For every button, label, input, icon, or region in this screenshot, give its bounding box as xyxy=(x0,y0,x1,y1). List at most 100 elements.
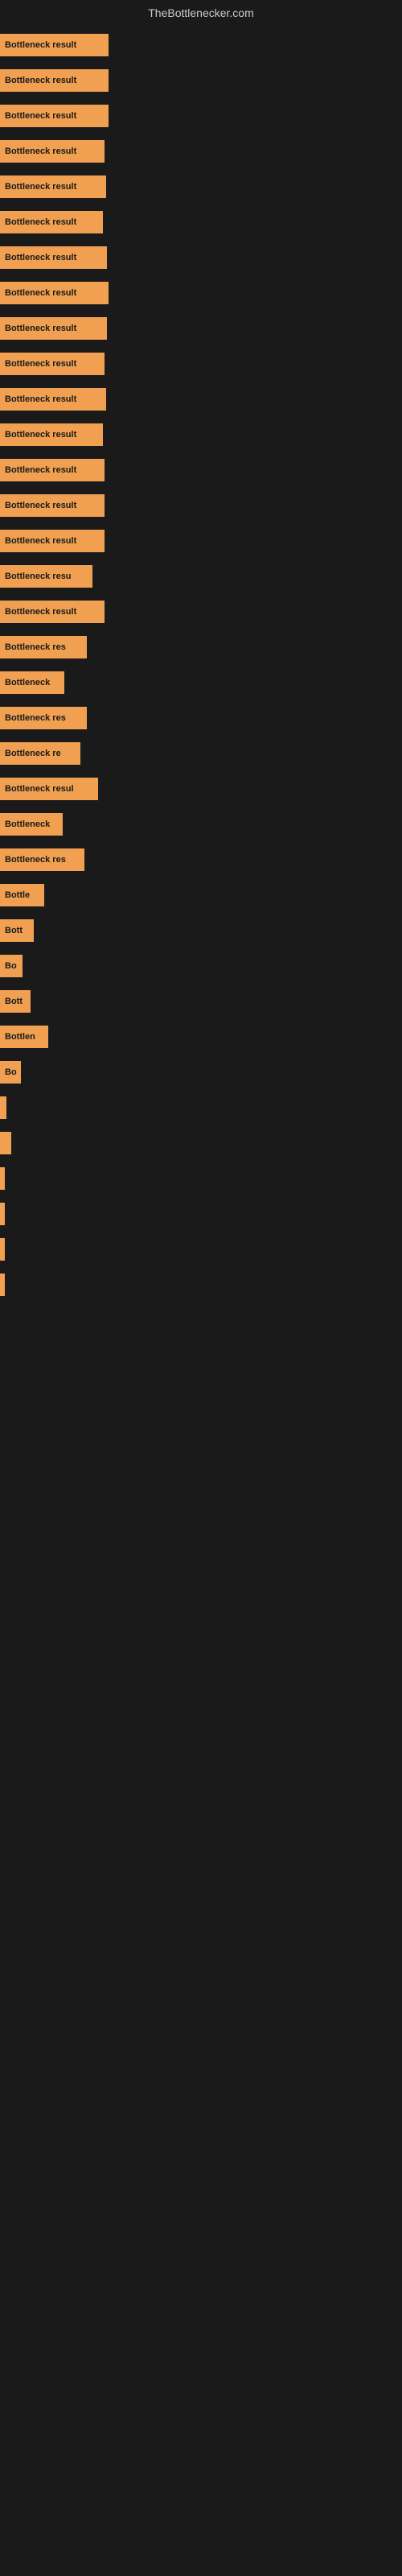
bar-row: Bo xyxy=(0,1058,402,1087)
bottleneck-bar[interactable]: Bottleneck result xyxy=(0,353,105,375)
bottleneck-bar[interactable]: Bottleneck resul xyxy=(0,778,98,800)
bottleneck-bar[interactable] xyxy=(0,1132,11,1154)
site-title: TheBottlenecker.com xyxy=(148,6,254,19)
bar-label: Bo xyxy=(5,961,17,971)
bar-label: Bottleneck result xyxy=(5,288,76,298)
bottleneck-bar[interactable]: Bottleneck res xyxy=(0,707,87,729)
bar-label: Bottleneck result xyxy=(5,536,76,546)
bar-row: Bottleneck result xyxy=(0,314,402,343)
bar-label: Bottleneck result xyxy=(5,76,76,85)
bar-label: Bott xyxy=(5,926,23,935)
bar-row: Bottleneck result xyxy=(0,172,402,201)
bar-row xyxy=(0,1235,402,1264)
bottleneck-bar[interactable]: Bottle xyxy=(0,884,44,906)
bar-row xyxy=(0,1129,402,1158)
bottleneck-bar[interactable]: Bottleneck re xyxy=(0,742,80,765)
bottleneck-bar[interactable] xyxy=(0,1238,5,1261)
bar-label: Bottleneck result xyxy=(5,40,76,50)
bottleneck-bar[interactable]: Bottleneck result xyxy=(0,34,109,56)
bar-label: Bottleneck xyxy=(5,819,50,829)
bottleneck-bar[interactable]: Bottleneck result xyxy=(0,69,109,92)
bar-row: Bottleneck resul xyxy=(0,774,402,803)
bottleneck-bar[interactable]: Bo xyxy=(0,955,23,977)
bar-label: Bottleneck result xyxy=(5,465,76,475)
bar-label: Bottleneck result xyxy=(5,324,76,333)
bar-label: Bottleneck result xyxy=(5,111,76,121)
bar-label: Bottleneck result xyxy=(5,217,76,227)
bottleneck-bar[interactable]: Bottleneck result xyxy=(0,388,106,411)
bottleneck-bar[interactable]: Bottleneck result xyxy=(0,282,109,304)
bar-label: Bottleneck result xyxy=(5,253,76,262)
bar-row: Bott xyxy=(0,987,402,1016)
bar-row: Bottleneck result xyxy=(0,101,402,130)
bar-label: Bottleneck resu xyxy=(5,572,72,581)
bottleneck-bar[interactable]: Bottleneck result xyxy=(0,105,109,127)
bar-label: Bottleneck re xyxy=(5,749,61,758)
bottleneck-bar[interactable]: Bottleneck result xyxy=(0,494,105,517)
bar-label: Bo xyxy=(5,1067,17,1077)
bars-container: Bottleneck result Bottleneck result Bottle… xyxy=(0,23,402,1314)
bar-row: Bottleneck xyxy=(0,810,402,839)
bar-row: Bottleneck xyxy=(0,668,402,697)
bottleneck-bar[interactable]: Bo xyxy=(0,1061,21,1084)
bottleneck-bar[interactable]: Bottleneck result xyxy=(0,246,107,269)
bottleneck-bar[interactable]: Bottleneck result xyxy=(0,601,105,623)
bar-row: Bottleneck res xyxy=(0,845,402,874)
bottleneck-bar[interactable]: Bottleneck result xyxy=(0,175,106,198)
bottleneck-bar[interactable]: Bottleneck res xyxy=(0,848,84,871)
bottleneck-bar[interactable]: Bottleneck result xyxy=(0,459,105,481)
bottleneck-bar[interactable]: Bott xyxy=(0,990,31,1013)
bottleneck-bar[interactable]: Bottleneck res xyxy=(0,636,87,658)
bottleneck-bar[interactable]: Bottleneck xyxy=(0,671,64,694)
bar-label: Bottleneck result xyxy=(5,501,76,510)
bar-row: Bottleneck result xyxy=(0,597,402,626)
bar-label: Bottleneck resul xyxy=(5,784,74,794)
bar-label: Bottleneck result xyxy=(5,394,76,404)
bar-row: Bo xyxy=(0,952,402,980)
bottleneck-bar[interactable]: Bottleneck result xyxy=(0,211,103,233)
bar-row: Bottleneck result xyxy=(0,349,402,378)
bar-row: Bottleneck result xyxy=(0,420,402,449)
bar-label: Bottle xyxy=(5,890,30,900)
bottleneck-bar[interactable]: Bottleneck xyxy=(0,813,63,836)
bar-label: Bottleneck result xyxy=(5,607,76,617)
bar-row xyxy=(0,1199,402,1228)
bar-label: Bottleneck result xyxy=(5,182,76,192)
bar-row: Bottleneck result xyxy=(0,243,402,272)
bar-row xyxy=(0,1093,402,1122)
bar-row: Bottleneck result xyxy=(0,526,402,555)
bar-row: Bottleneck result xyxy=(0,137,402,166)
bar-label: Bottleneck res xyxy=(5,855,66,865)
bottleneck-bar[interactable] xyxy=(0,1096,6,1119)
bottleneck-bar[interactable]: Bottleneck result xyxy=(0,423,103,446)
bottleneck-bar[interactable]: Bott xyxy=(0,919,34,942)
bottleneck-bar[interactable]: Bottleneck result xyxy=(0,530,105,552)
bar-row: Bottleneck result xyxy=(0,456,402,485)
bar-row: Bottleneck re xyxy=(0,739,402,768)
bar-label: Bottleneck result xyxy=(5,359,76,369)
bar-label: Bott xyxy=(5,997,23,1006)
bar-row: Bottle xyxy=(0,881,402,910)
bar-label: Bottlen xyxy=(5,1032,35,1042)
bar-label: Bottleneck res xyxy=(5,713,66,723)
bar-row: Bottleneck result xyxy=(0,66,402,95)
bar-row: Bottleneck result xyxy=(0,31,402,60)
bottleneck-bar[interactable]: Bottleneck result xyxy=(0,317,107,340)
page-header: TheBottlenecker.com xyxy=(0,0,402,23)
bar-row: Bottleneck result xyxy=(0,385,402,414)
bottleneck-bar[interactable] xyxy=(0,1167,5,1190)
bottleneck-bar[interactable]: Bottleneck resu xyxy=(0,565,92,588)
bottleneck-bar[interactable]: Bottleneck result xyxy=(0,140,105,163)
bar-row: Bottleneck res xyxy=(0,704,402,733)
bottleneck-bar[interactable] xyxy=(0,1274,5,1296)
bar-label: Bottleneck result xyxy=(5,147,76,156)
bar-row: Bottleneck result xyxy=(0,208,402,237)
bar-row xyxy=(0,1164,402,1193)
bottleneck-bar[interactable]: Bottlen xyxy=(0,1026,48,1048)
bottleneck-bar[interactable] xyxy=(0,1203,5,1225)
bar-row xyxy=(0,1270,402,1299)
bar-row: Bottleneck res xyxy=(0,633,402,662)
bar-row: Bott xyxy=(0,916,402,945)
bar-label: Bottleneck res xyxy=(5,642,66,652)
bar-row: Bottleneck result xyxy=(0,491,402,520)
